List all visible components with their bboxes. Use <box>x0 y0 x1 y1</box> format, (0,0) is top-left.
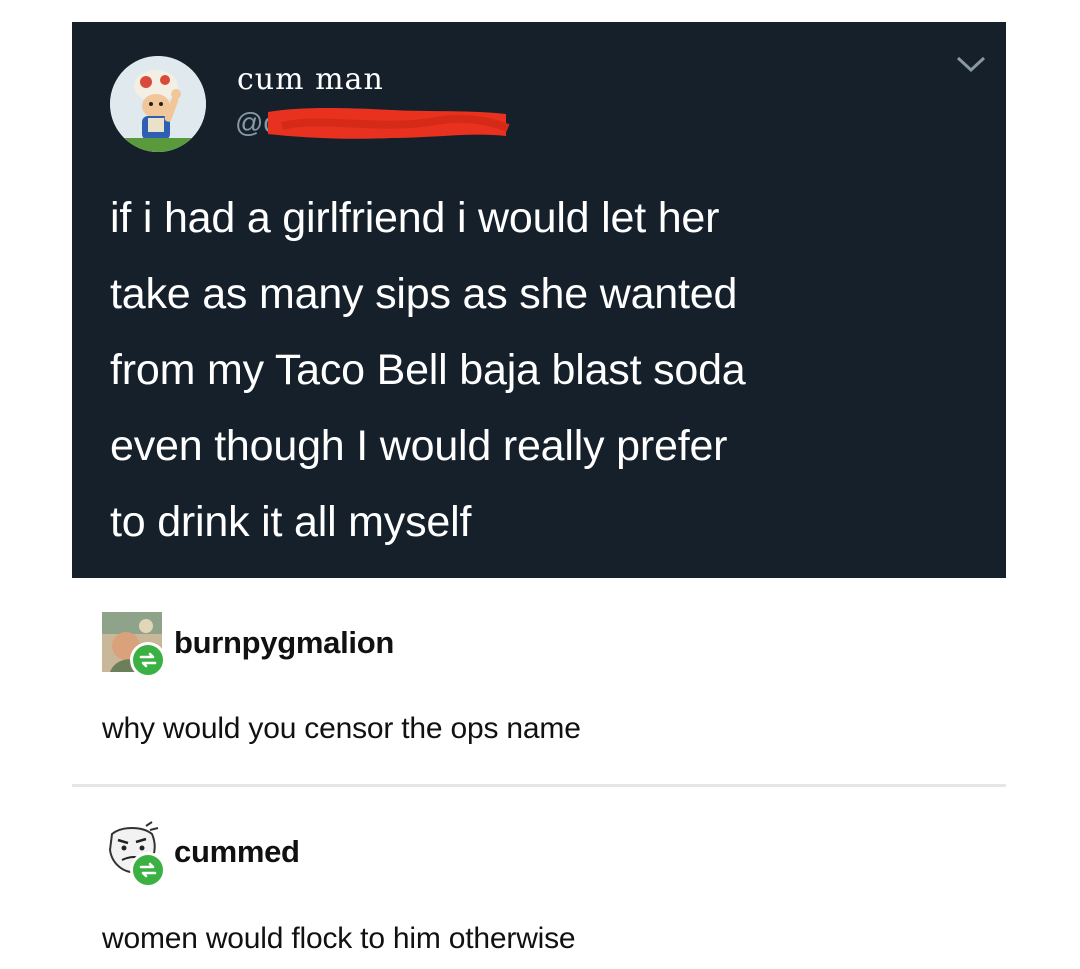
reblog-icon <box>130 642 166 678</box>
tweet-text-line: take as many sips as she wanted <box>110 270 738 318</box>
tweet-display-name[interactable]: cum man <box>237 62 384 97</box>
reblog-text: why would you censor the ops name <box>102 712 581 745</box>
reblog-entry: cummed women would flock to him otherwis… <box>72 792 1006 969</box>
tweet-text-line: to drink it all myself <box>110 498 472 546</box>
tweet-text-line: if i had a girlfriend i would let her <box>110 194 720 242</box>
reblog-text: women would flock to him otherwise <box>102 922 576 955</box>
reblog-username[interactable]: burnpygmalion <box>174 625 394 661</box>
cartoon-character-avatar[interactable] <box>110 56 206 152</box>
chevron-down-icon[interactable] <box>954 52 988 76</box>
reblog-username[interactable]: cummed <box>174 834 300 870</box>
divider <box>72 784 1006 787</box>
tweet-card: cum man @c if i had a girlfriend i would… <box>72 22 1006 578</box>
tweet-text: if i had a girlfriend i would let her ta… <box>110 180 990 560</box>
redaction-scribble <box>268 108 510 139</box>
reblog-entry: burnpygmalion why would you censor the o… <box>72 590 1006 780</box>
tweet-text-line: even though I would really prefer <box>110 422 728 470</box>
reblog-icon <box>130 852 166 888</box>
tweet-text-line: from my Taco Bell baja blast soda <box>110 346 746 394</box>
